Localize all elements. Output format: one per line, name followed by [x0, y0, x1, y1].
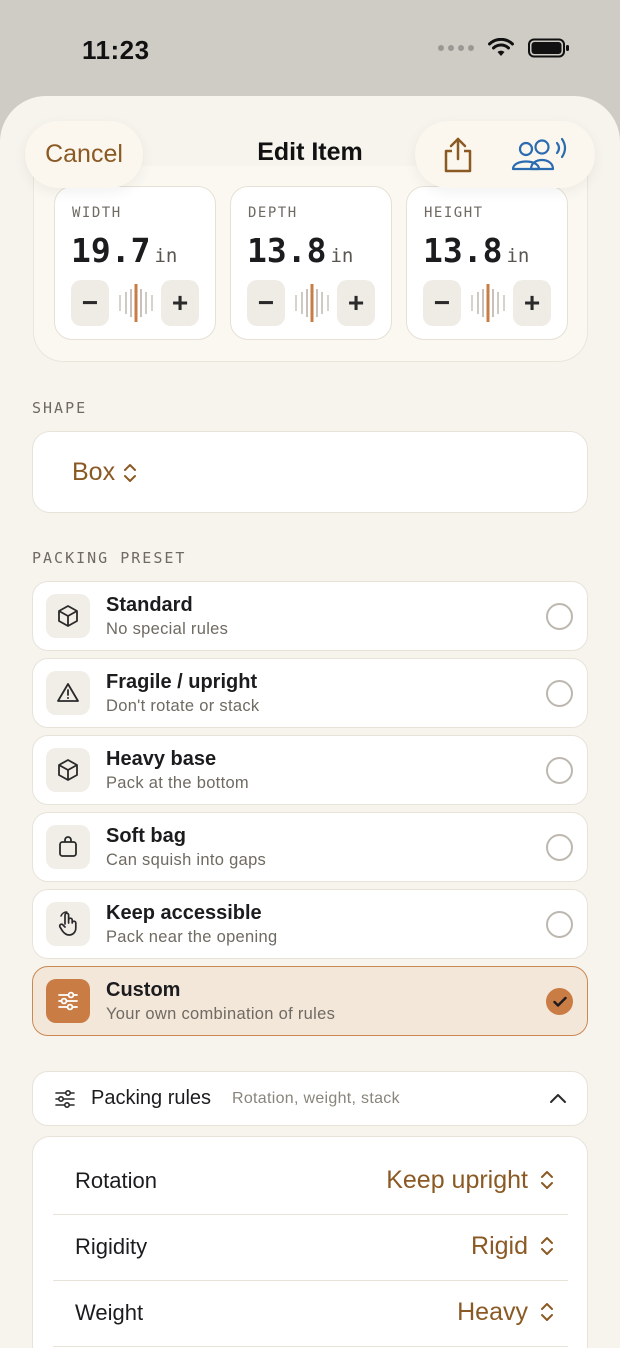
preset-subtitle: Don't rotate or stack — [106, 697, 260, 715]
rule-label: Weight — [75, 1300, 144, 1325]
edit-item-sheet: WIDTH 19.7 in − + DEPTH 13.8 in − + HEIG… — [0, 96, 620, 1348]
rule-value[interactable]: Heavy — [457, 1298, 528, 1327]
chevron-up-down-icon — [541, 1237, 553, 1255]
dial-slider[interactable] — [469, 283, 507, 323]
status-time: 11:23 — [82, 35, 150, 65]
share-icon[interactable] — [441, 136, 475, 174]
shape-picker[interactable]: Box — [32, 431, 588, 513]
decrement-button[interactable]: − — [423, 280, 461, 326]
dial-slider[interactable] — [117, 283, 155, 323]
rule-label: Rotation — [75, 1168, 157, 1193]
wifi-icon — [488, 38, 514, 56]
checkmark-icon — [552, 996, 567, 1007]
increment-button[interactable]: + — [161, 280, 199, 326]
status-icons — [438, 38, 570, 58]
rule-row-rigidity[interactable]: Rigidity Rigid — [53, 1215, 568, 1281]
preset-title: Soft bag — [106, 825, 186, 847]
chevron-up-down-icon — [541, 1303, 553, 1321]
bag-icon — [59, 836, 77, 857]
preset-option-fragile[interactable]: Fragile / upright Don't rotate or stack — [32, 658, 588, 728]
rule-row-weight[interactable]: Weight Heavy — [53, 1281, 568, 1347]
packing-rules-disclosure[interactable]: Packing rules Rotation, weight, stack — [32, 1071, 588, 1126]
warning-triangle-icon — [57, 683, 79, 702]
sliders-icon — [58, 991, 78, 1011]
packing-preset-section-label: PACKING PRESET — [32, 549, 187, 567]
cube-icon — [58, 605, 78, 627]
radio-button-checked[interactable] — [546, 988, 573, 1015]
dimension-value[interactable]: 13.8 in — [423, 231, 529, 270]
chevron-up-down-icon — [124, 463, 137, 482]
preset-option-soft-bag[interactable]: Soft bag Can squish into gaps — [32, 812, 588, 882]
chevron-up-down-icon — [541, 1171, 553, 1189]
dial-slider[interactable] — [293, 283, 331, 323]
dimension-label: WIDTH — [72, 205, 122, 221]
rule-row-rotation[interactable]: Rotation Keep upright — [53, 1149, 568, 1215]
preset-option-heavy-base[interactable]: Heavy base Pack at the bottom — [32, 735, 588, 805]
chevron-up-icon[interactable] — [549, 1092, 567, 1104]
status-bar: 11:23 — [0, 0, 620, 96]
radio-button[interactable] — [546, 603, 573, 630]
share-people-icon[interactable] — [510, 136, 570, 174]
dimension-width: WIDTH 19.7 in − + — [54, 186, 216, 340]
preset-subtitle: Your own combination of rules — [106, 1005, 336, 1023]
rule-label: Rigidity — [75, 1234, 148, 1259]
radio-button[interactable] — [546, 680, 573, 707]
radio-button[interactable] — [546, 911, 573, 938]
dimension-value[interactable]: 19.7 in — [71, 231, 177, 270]
preset-title: Standard — [106, 594, 193, 616]
preset-option-keep-accessible[interactable]: Keep accessible Pack near the opening — [32, 889, 588, 959]
preset-title: Keep accessible — [106, 902, 262, 924]
hand-pointer-icon — [58, 911, 77, 936]
increment-button[interactable]: + — [337, 280, 375, 326]
shape-value[interactable]: Box — [72, 458, 137, 487]
radio-button[interactable] — [546, 757, 573, 784]
nav-actions — [415, 121, 595, 188]
packing-rules-subtitle: Rotation, weight, stack — [232, 1090, 400, 1107]
dimension-value[interactable]: 13.8 in — [247, 231, 353, 270]
shape-section-label: SHAPE — [32, 399, 88, 417]
decrement-button[interactable]: − — [71, 280, 109, 326]
sliders-icon — [55, 1089, 75, 1109]
dimension-height: HEIGHT 13.8 in − + — [406, 186, 568, 340]
dimension-label: DEPTH — [248, 205, 298, 221]
rule-value[interactable]: Rigid — [471, 1232, 528, 1261]
preset-option-standard[interactable]: Standard No special rules — [32, 581, 588, 651]
cube-icon — [58, 759, 78, 781]
preset-title: Heavy base — [106, 748, 217, 770]
packing-rules-title: Packing rules — [91, 1087, 212, 1109]
preset-title: Fragile / upright — [106, 671, 258, 693]
decrement-button[interactable]: − — [247, 280, 285, 326]
battery-icon — [528, 38, 569, 58]
preset-subtitle: No special rules — [106, 620, 229, 638]
nav-bar: Cancel Edit Item — [0, 96, 620, 206]
dimension-label: HEIGHT — [424, 205, 484, 221]
dimension-depth: DEPTH 13.8 in − + — [230, 186, 392, 340]
preset-subtitle: Can squish into gaps — [106, 851, 267, 869]
preset-option-custom[interactable]: Custom Your own combination of rules — [32, 966, 588, 1036]
rule-value[interactable]: Keep upright — [386, 1166, 528, 1195]
packing-rules-card: Rotation Keep upright Rigidity Rigid Wei… — [32, 1136, 588, 1348]
increment-button[interactable]: + — [513, 280, 551, 326]
radio-button[interactable] — [546, 834, 573, 861]
preset-title: Custom — [106, 979, 181, 1001]
signal-dots-icon — [438, 45, 474, 51]
preset-subtitle: Pack near the opening — [106, 928, 278, 946]
preset-subtitle: Pack at the bottom — [106, 774, 249, 792]
